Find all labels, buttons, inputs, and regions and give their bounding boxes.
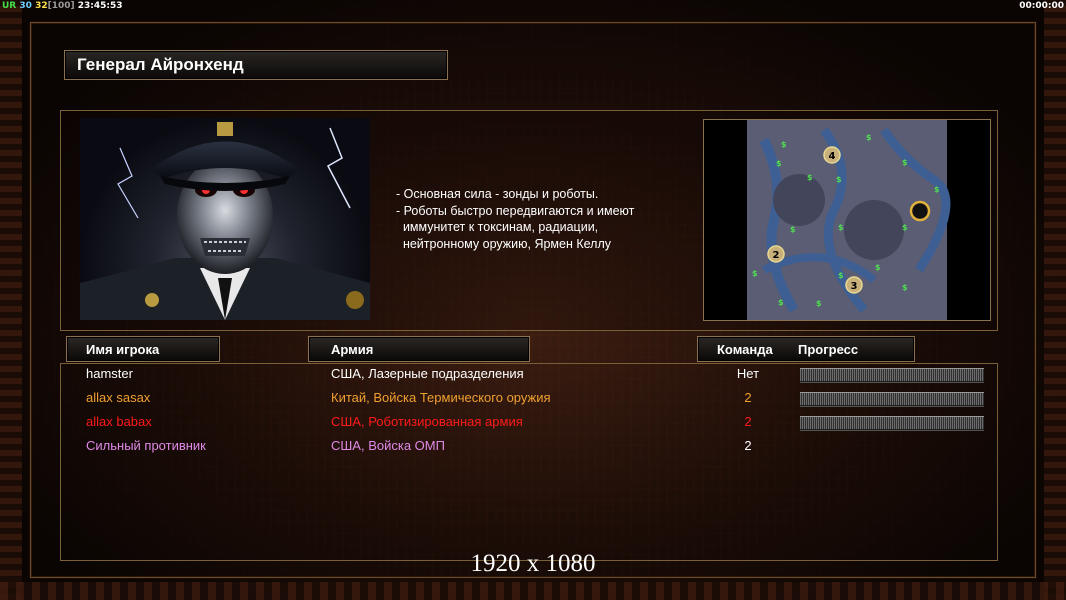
column-header-progress-label: Прогресс	[798, 342, 859, 357]
svg-text:$: $	[807, 173, 813, 182]
column-header-team-label: Команда	[717, 342, 773, 357]
player-team: 2	[744, 390, 752, 405]
player-name: hamster	[86, 366, 133, 381]
player-name: Сильный противник	[86, 438, 206, 453]
svg-text:$: $	[902, 283, 908, 292]
svg-text:$: $	[838, 271, 844, 280]
svg-text:$: $	[866, 133, 872, 142]
side-border-left	[0, 0, 22, 600]
player-team: Нет	[736, 366, 760, 381]
side-border-right	[1044, 0, 1066, 600]
hud-value-b: 32	[35, 1, 48, 11]
svg-text:$: $	[836, 175, 842, 184]
bottom-border	[0, 582, 1066, 600]
hud-fps-label: UR	[2, 1, 17, 11]
svg-text:$: $	[902, 158, 908, 167]
player-row: hamster США, Лазерные подразделения Нет	[0, 366, 1066, 388]
player-army: США, Роботизированная армия	[331, 414, 523, 429]
player-row: Сильный противник США, Войска ОМП 2	[0, 438, 1066, 460]
svg-text:$: $	[934, 185, 940, 194]
svg-text:$: $	[902, 223, 908, 232]
svg-text:$: $	[816, 299, 822, 308]
svg-text:$: $	[790, 225, 796, 234]
general-title: Генерал Айронхенд	[77, 55, 244, 74]
svg-text:$: $	[781, 140, 787, 149]
hud-timer: 00:00:00	[1019, 1, 1064, 11]
player-army: США, Войска ОМП	[331, 438, 445, 453]
debug-hud: UR 30 32[100] 23:45:53 00:00:00	[0, 0, 1066, 12]
hud-value-c: [100]	[47, 1, 75, 11]
hud-clock: 23:45:53	[77, 1, 123, 11]
column-header-army[interactable]: Армия	[308, 336, 530, 362]
robot-general-portrait-icon	[80, 118, 370, 320]
player-team: 2	[744, 438, 752, 453]
player-army: США, Лазерные подразделения	[331, 366, 524, 381]
player-name: allax sasax	[86, 390, 151, 405]
player-progress-bar	[800, 368, 984, 382]
start-position-2: 2	[773, 250, 780, 261]
player-team: 2	[744, 414, 752, 429]
description-line: иммунитет к токсинам, радиации,	[396, 220, 599, 234]
player-name: allax babax	[86, 414, 152, 429]
column-header-player-label: Имя игрока	[86, 342, 160, 357]
svg-text:$: $	[778, 298, 784, 307]
description-line: - Основная сила - зонды и роботы.	[396, 187, 599, 201]
player-row: allax sasax Китай, Войска Термического о…	[0, 390, 1066, 412]
svg-text:$: $	[875, 263, 881, 272]
svg-text:$: $	[752, 269, 758, 278]
description-line: - Роботы быстро передвигаются и имеют	[396, 203, 635, 218]
start-position-3: 3	[851, 281, 858, 292]
description-line: нейтронному оружию, Ярмен Келлу	[396, 236, 612, 251]
minimap-icon: $ $ $ $ $ $ $ $ $ $ $ $ $ $ $ $ 4 2 3	[703, 119, 991, 321]
column-header-army-label: Армия	[331, 342, 374, 357]
general-title-box: Генерал Айронхенд	[64, 50, 448, 80]
svg-text:$: $	[776, 159, 782, 168]
column-header-team-progress[interactable]: Команда Прогресс	[697, 336, 915, 362]
player-progress-bar	[800, 416, 984, 430]
start-position-4: 4	[829, 151, 836, 162]
player-army: Китай, Войска Термического оружия	[331, 390, 551, 405]
general-description: - Основная сила - зонды и роботы. - Робо…	[396, 186, 696, 252]
hud-value-a: 30	[19, 1, 32, 11]
player-progress-bar	[800, 392, 984, 406]
column-header-player[interactable]: Имя игрока	[66, 336, 220, 362]
resolution-caption: 1920 x 1080	[470, 550, 596, 577]
svg-text:$: $	[838, 223, 844, 232]
player-row: allax babax США, Роботизированная армия …	[0, 414, 1066, 436]
